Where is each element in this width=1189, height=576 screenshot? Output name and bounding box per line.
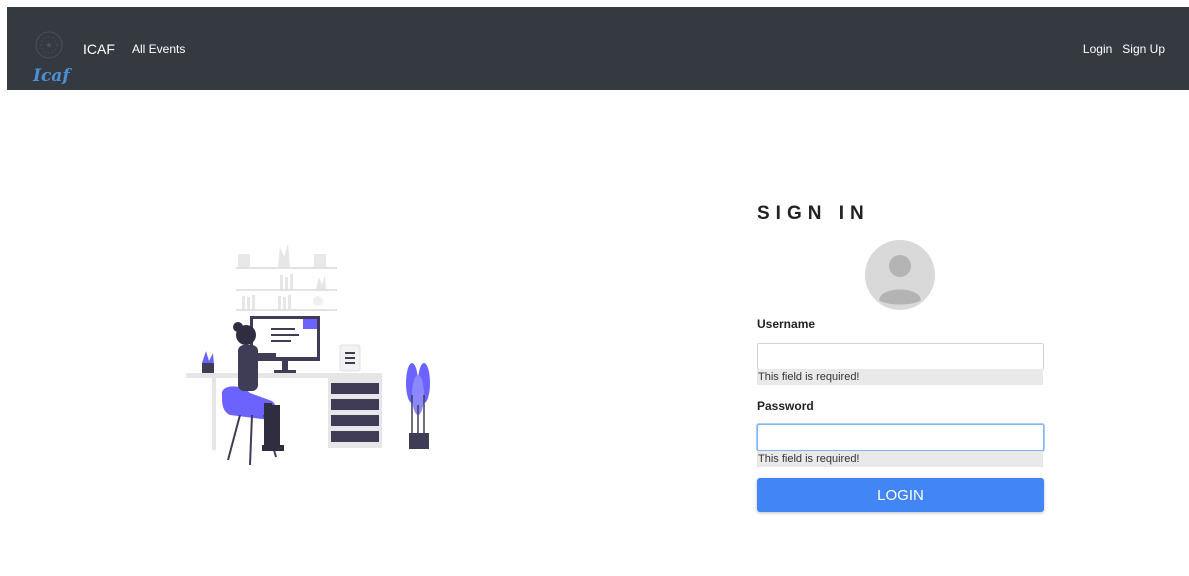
nav-signup-link[interactable]: Sign Up <box>1122 42 1165 56</box>
password-error: This field is required! <box>757 451 1043 467</box>
workspace-illustration <box>180 235 445 470</box>
password-label: Password <box>757 399 814 413</box>
password-input[interactable] <box>757 424 1044 451</box>
nav-auth-links: Login Sign Up <box>1083 42 1165 56</box>
username-input[interactable] <box>757 343 1044 370</box>
username-label: Username <box>757 317 816 331</box>
navbar: Icaf ICAF All Events Login Sign Up <box>7 7 1189 90</box>
brand-name[interactable]: ICAF <box>83 41 115 57</box>
icaf-logo-icon[interactable]: Icaf <box>31 25 79 86</box>
nav-login-link[interactable]: Login <box>1083 42 1112 56</box>
login-button[interactable]: LOGIN <box>757 478 1044 512</box>
nav-link-all-events[interactable]: All Events <box>132 42 185 56</box>
user-avatar-icon <box>865 240 935 310</box>
logo-text: Icaf <box>32 66 72 85</box>
username-error: This field is required! <box>757 369 1043 385</box>
signin-title: SIGN IN <box>757 203 870 224</box>
